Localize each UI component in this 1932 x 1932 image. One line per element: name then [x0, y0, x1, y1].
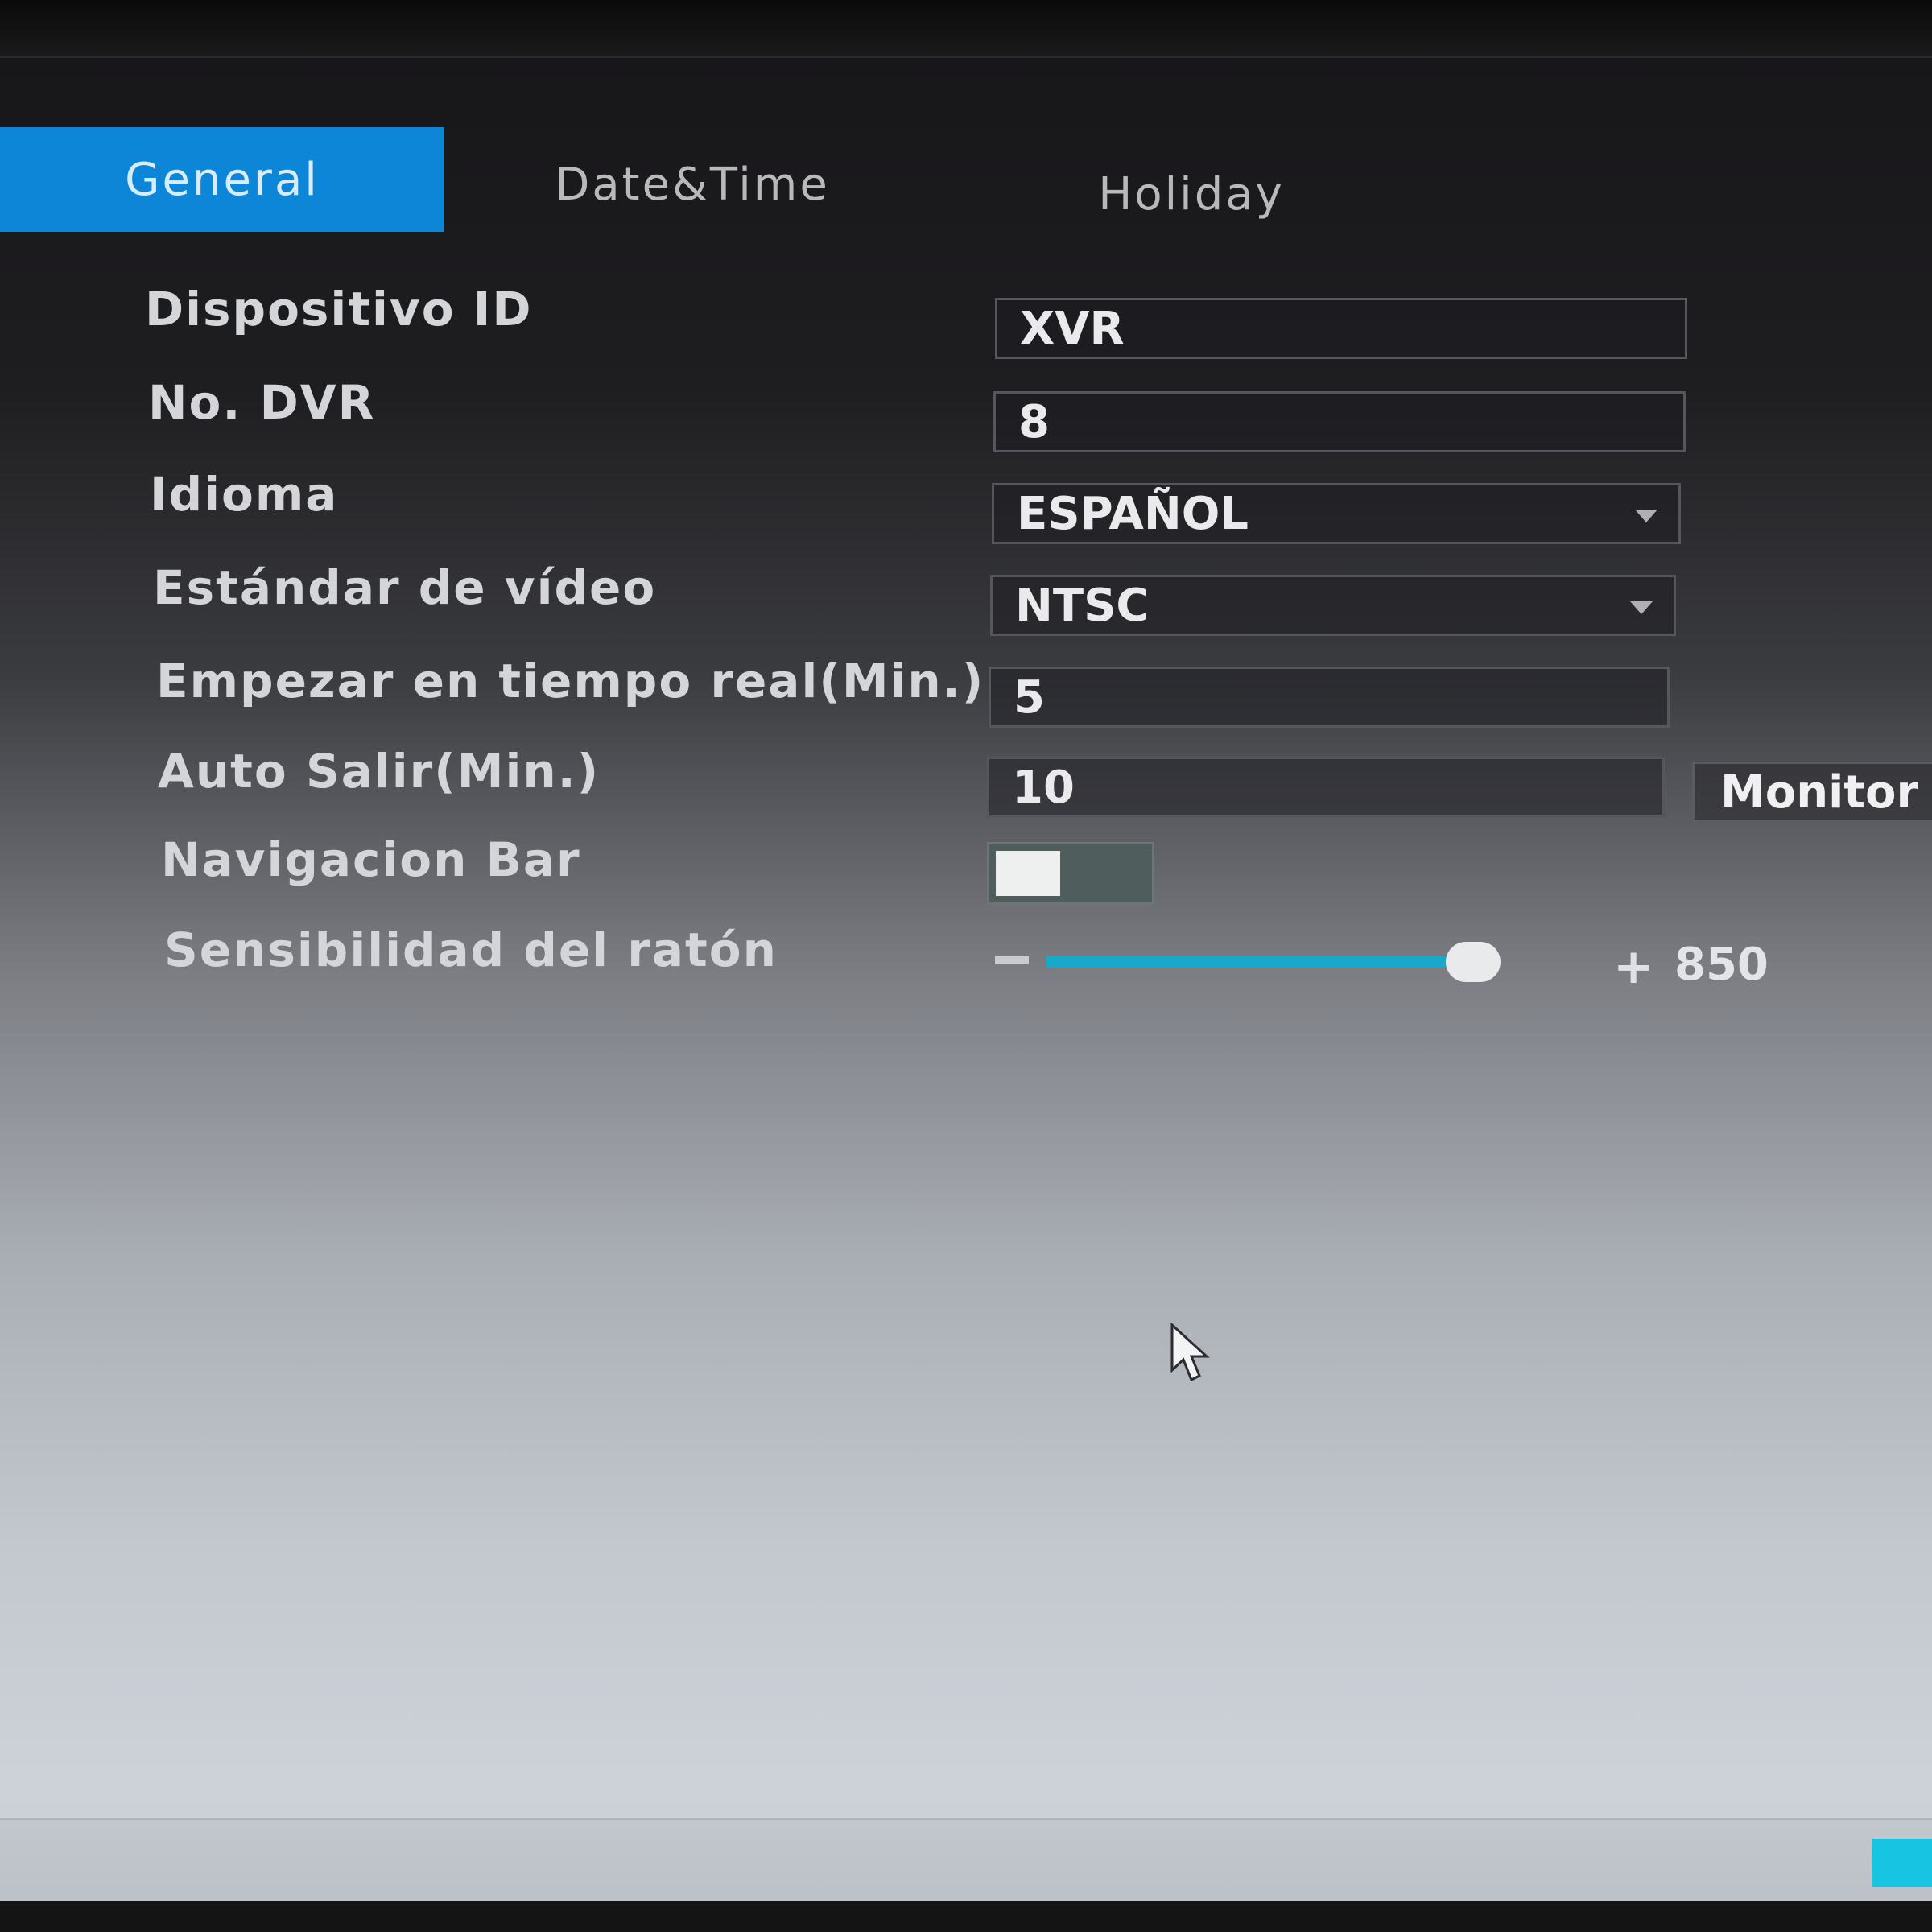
plus-icon[interactable]: +: [1613, 939, 1653, 995]
mouse-sensitivity-label: Sensibilidad del ratón: [164, 923, 778, 977]
chevron-down-icon: [1630, 601, 1653, 614]
device-id-value: XVR: [1020, 302, 1125, 355]
realtime-start-label: Empezar en tiempo real(Min.): [156, 654, 985, 708]
dvr-no-label: No. DVR: [148, 375, 376, 430]
tab-holiday[interactable]: Holiday: [1063, 142, 1320, 246]
dvr-no-input[interactable]: 8: [993, 391, 1686, 452]
realtime-start-input[interactable]: 5: [989, 667, 1670, 728]
auto-logout-label: Auto Salir(Min.): [158, 744, 601, 799]
monitor-bottom-bezel: [0, 1901, 1932, 1932]
realtime-start-value: 5: [1013, 671, 1045, 724]
language-select[interactable]: ESPAÑOL: [992, 483, 1681, 544]
dvr-settings-screen: General Date&Time Holiday Dispositivo ID…: [0, 0, 1932, 1932]
tab-general[interactable]: General: [0, 127, 444, 232]
video-standard-select[interactable]: NTSC: [990, 575, 1676, 636]
minus-icon[interactable]: [995, 956, 1029, 964]
bottom-action-button[interactable]: [1872, 1839, 1932, 1887]
bottom-bar: [0, 1818, 1932, 1904]
mouse-sensitivity-slider-handle[interactable]: [1446, 942, 1501, 982]
tab-date-time[interactable]: Date&Time: [531, 132, 853, 237]
auto-logout-value: 10: [1012, 761, 1075, 814]
monitor-top-bezel: [0, 0, 1932, 58]
device-id-label: Dispositivo ID: [145, 282, 533, 336]
language-value: ESPAÑOL: [1017, 487, 1249, 540]
device-id-input[interactable]: XVR: [995, 298, 1687, 359]
video-standard-value: NTSC: [1015, 579, 1150, 632]
navigation-bar-label: Navigacion Bar: [161, 832, 581, 887]
monitor-button[interactable]: Monitor c: [1692, 762, 1932, 823]
navigation-bar-toggle[interactable]: [987, 842, 1154, 905]
auto-logout-input[interactable]: 10: [987, 757, 1665, 818]
dvr-no-value: 8: [1018, 395, 1050, 448]
language-label: Idioma: [150, 467, 339, 522]
mouse-cursor-icon: [1170, 1322, 1210, 1382]
video-standard-label: Estándar de vídeo: [153, 560, 657, 615]
mouse-sensitivity-slider-track[interactable]: [1046, 956, 1473, 968]
toggle-knob: [996, 851, 1060, 896]
chevron-down-icon: [1635, 510, 1657, 522]
mouse-sensitivity-value: 850: [1674, 939, 1769, 991]
